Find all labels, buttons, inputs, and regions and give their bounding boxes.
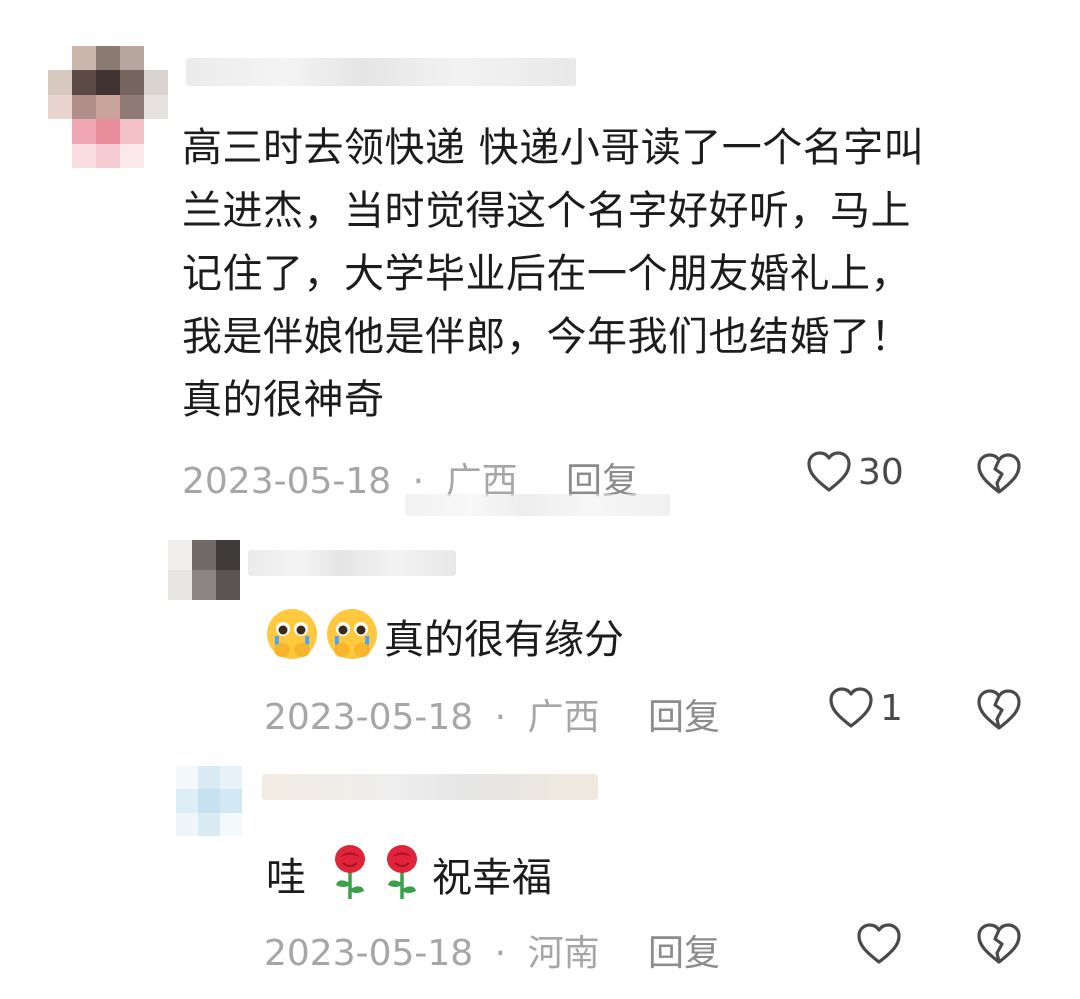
- meta-separator: ·: [494, 933, 507, 974]
- heart-outline-icon: [856, 922, 902, 966]
- comment-location: 广西: [527, 697, 600, 738]
- broken-heart-icon: [976, 688, 1022, 732]
- comment-date: 2023-05-18: [264, 933, 474, 974]
- username-blurred[interactable]: [262, 774, 598, 800]
- broken-heart-icon: [976, 922, 1022, 966]
- crying-face-emoji: [264, 606, 320, 666]
- username-blurred[interactable]: [248, 550, 456, 576]
- comment-date: 2023-05-18: [182, 461, 392, 502]
- like-button[interactable]: 30: [806, 450, 904, 494]
- like-button[interactable]: [856, 922, 902, 966]
- comment-text-row: 哇 祝幸福: [266, 842, 552, 906]
- heart-outline-icon: [806, 450, 852, 494]
- like-button[interactable]: 1: [828, 686, 903, 730]
- comment-text-row: 真的很有缘分: [264, 604, 624, 668]
- rose-emoji: [328, 843, 372, 905]
- comment-meta: 2023-05-18 · 河南: [264, 924, 600, 976]
- username-blurred[interactable]: [186, 58, 576, 86]
- reply-button[interactable]: 回复: [648, 688, 720, 740]
- meta-separator: ·: [494, 697, 507, 738]
- dislike-button[interactable]: [976, 922, 1022, 966]
- comment-date: 2023-05-18: [264, 697, 474, 738]
- comment-meta: 2023-05-18 · 广西: [264, 688, 600, 740]
- avatar[interactable]: [48, 46, 168, 168]
- heart-outline-icon: [828, 686, 874, 730]
- like-count: 1: [880, 687, 903, 729]
- broken-heart-icon: [976, 452, 1022, 496]
- dislike-button[interactable]: [976, 688, 1022, 732]
- like-count: 30: [858, 451, 904, 493]
- blurred-overlay: [405, 494, 670, 516]
- avatar[interactable]: [168, 540, 240, 600]
- comment-location: 河南: [527, 933, 600, 974]
- rose-emoji: [380, 843, 424, 905]
- reply-button[interactable]: 回复: [648, 924, 720, 976]
- comment-text: 真的很有缘分: [384, 617, 624, 663]
- avatar[interactable]: [176, 766, 242, 836]
- crying-face-emoji: [324, 606, 380, 666]
- comment-prefix: 哇: [266, 855, 306, 901]
- comment-text: 祝幸福: [432, 855, 552, 901]
- dislike-button[interactable]: [976, 452, 1022, 496]
- comment-text: 高三时去领快递 快递小哥读了一个名字叫 兰进杰，当时觉得这个名字好好听，马上 记…: [182, 125, 925, 423]
